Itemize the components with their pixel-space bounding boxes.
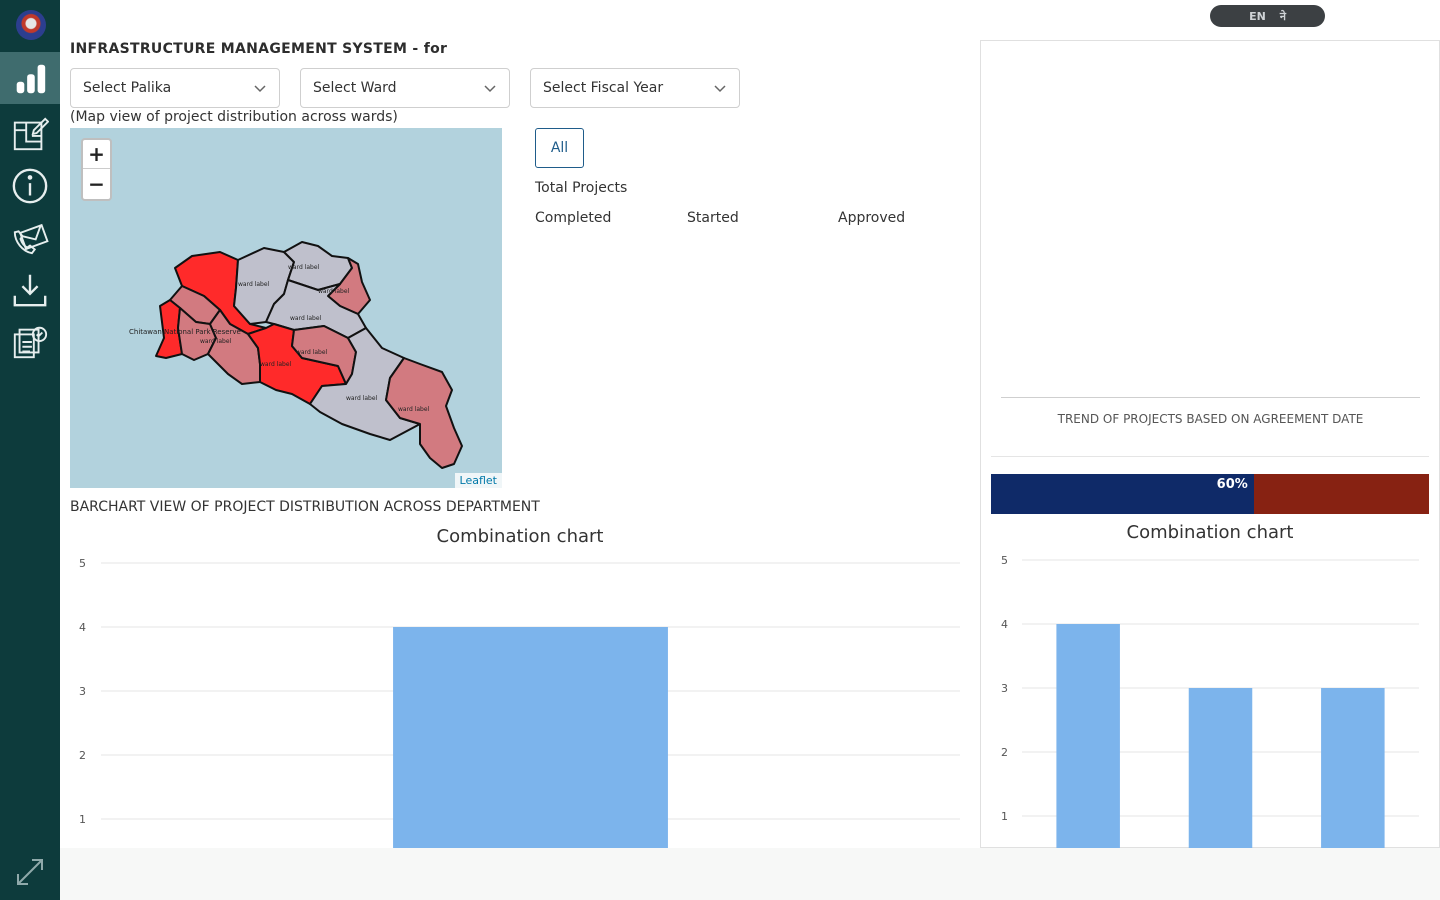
contact-mail-icon [13, 223, 49, 255]
palika-select-value: Select Palika [83, 80, 172, 96]
map-caption: (Map view of project distribution across… [70, 109, 398, 125]
y-tick-label: 5 [1001, 554, 1008, 567]
lang-ne-label[interactable]: ने [1280, 9, 1286, 24]
chart-bar[interactable] [1056, 624, 1120, 848]
trend-chart-label: TREND OF PROJECTS BASED ON AGREEMENT DAT… [1057, 412, 1364, 426]
language-toggle[interactable]: EN ने [1210, 5, 1325, 27]
ward-map-label: ward label [260, 361, 292, 368]
progress-percent: 60% [1216, 477, 1248, 492]
chevron-down-icon [714, 85, 726, 93]
map-attribution[interactable]: Leaflet [454, 473, 502, 488]
nav-projects[interactable] [0, 108, 60, 160]
chart-bar[interactable] [1188, 688, 1253, 848]
progress-bar: 60% [991, 474, 1429, 514]
chart-bar[interactable] [393, 627, 668, 848]
footer [60, 848, 1440, 900]
ward-map-label: ward label [238, 281, 270, 288]
y-tick-label: 1 [1001, 810, 1008, 823]
zoom-in-button[interactable]: + [83, 140, 110, 169]
total-projects-label: Total Projects [535, 180, 628, 196]
y-tick-label: 3 [1001, 682, 1008, 695]
ward-map-label: ward label [296, 349, 328, 356]
ward-map-label: ward label [346, 395, 378, 402]
started-label: Started [687, 210, 739, 226]
blueprint-icon [13, 117, 49, 151]
y-tick-label: 1 [79, 813, 86, 826]
left-chart-title: Combination chart [436, 526, 604, 547]
nav-reports[interactable] [0, 316, 60, 368]
ward-map-label: ward label [398, 406, 430, 413]
y-tick-label: 3 [79, 685, 86, 698]
ward-map-label: ward label [200, 338, 232, 345]
nav-info[interactable] [0, 160, 60, 212]
completed-label: Completed [535, 210, 612, 226]
lang-en-label[interactable]: EN [1249, 10, 1266, 23]
ward-map-label: ward label [288, 264, 320, 271]
ward-select[interactable]: Select Ward [300, 68, 510, 108]
ward-select-value: Select Ward [313, 80, 397, 96]
y-tick-label: 2 [79, 749, 86, 762]
zoom-control: + − [81, 138, 112, 201]
document-check-icon [13, 326, 48, 359]
right-chart-title: Combination chart [1126, 522, 1294, 543]
ward-map-label: ward label [290, 315, 322, 322]
info-icon [12, 168, 48, 204]
chevron-down-icon [254, 85, 266, 93]
nav-dashboard[interactable] [0, 52, 60, 104]
palika-select[interactable]: Select Palika [70, 68, 280, 108]
bar-chart-icon [16, 64, 46, 94]
y-tick-label: 4 [79, 621, 86, 634]
y-tick-label: 4 [1001, 618, 1008, 631]
section-divider [991, 456, 1429, 457]
expand-icon[interactable] [14, 856, 46, 888]
ward-map-polygons[interactable]: ward label ward label ward label ward la… [70, 128, 502, 488]
app-logo[interactable] [16, 10, 46, 40]
ward-map[interactable]: ward label ward label ward label ward la… [70, 128, 502, 488]
fiscal-year-select[interactable]: Select Fiscal Year [530, 68, 740, 108]
progress-bar-fill: 60% [991, 474, 1254, 514]
trend-axis-line [1001, 397, 1420, 398]
chevron-down-icon [484, 85, 496, 93]
zoom-out-button[interactable]: − [83, 169, 110, 198]
left-combination-chart: 1 2 3 4 5 [79, 557, 960, 848]
ward-polygon [385, 357, 463, 469]
sidebar [0, 0, 60, 900]
barchart-section-label: BARCHART VIEW OF PROJECT DISTRIBUTION AC… [70, 499, 540, 515]
fiscal-year-select-value: Select Fiscal Year [543, 80, 664, 96]
y-tick-label: 5 [79, 557, 86, 570]
y-tick-label: 2 [1001, 746, 1008, 759]
all-filter-button[interactable]: All [535, 128, 584, 168]
right-combination-chart: 1 2 3 4 5 [1001, 554, 1419, 848]
page-title: INFRASTRUCTURE MANAGEMENT SYSTEM - for [70, 41, 448, 57]
nav-download[interactable] [0, 264, 60, 316]
approved-label: Approved [838, 210, 906, 226]
chart-bar[interactable] [1321, 688, 1385, 848]
ward-map-label: ward label [318, 288, 350, 295]
nav-contact[interactable] [0, 212, 60, 264]
outside-map-label: Chitawan National Park Reserve [129, 328, 241, 336]
download-icon [13, 274, 47, 307]
